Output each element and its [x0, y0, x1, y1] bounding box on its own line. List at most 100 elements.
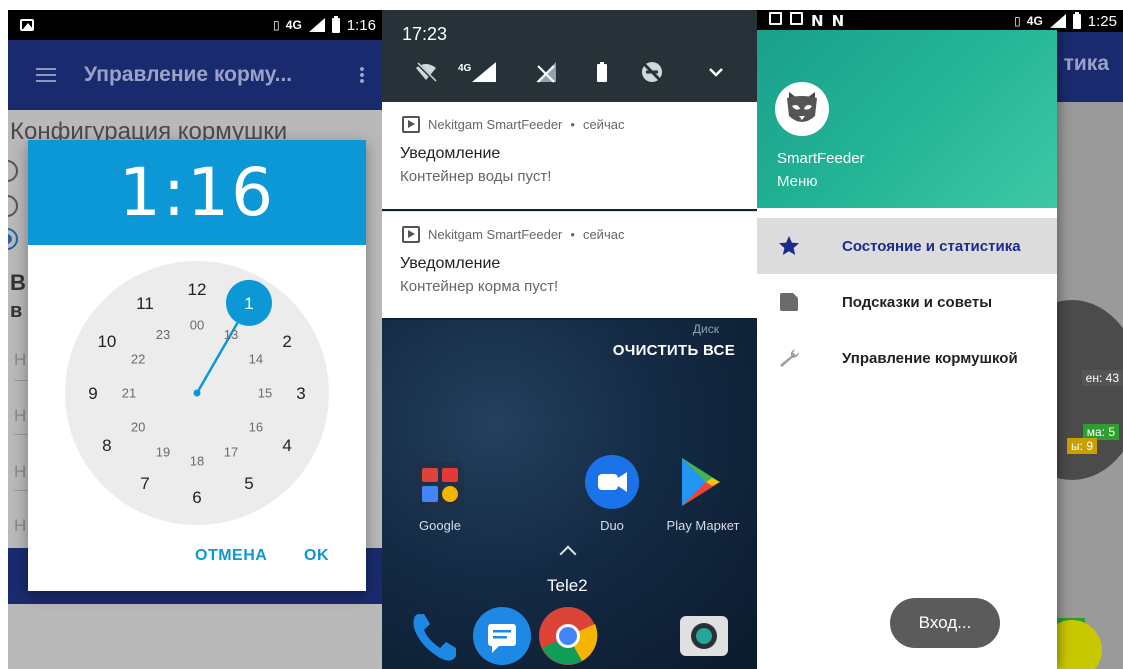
hour-label-12[interactable]: 12	[188, 280, 207, 299]
battery-icon	[1072, 11, 1081, 29]
image-notification-icon	[20, 19, 34, 31]
play-market-icon[interactable]	[672, 454, 728, 510]
google-folder-icon[interactable]	[412, 458, 468, 514]
camera-icon[interactable]	[674, 606, 734, 666]
inner-hour-label-00[interactable]: 00	[190, 318, 204, 333]
n-notification-icon: N	[831, 12, 845, 30]
drawer-item-label: Подсказки и советы	[842, 293, 993, 311]
selected-time[interactable]: 1:16	[119, 154, 275, 231]
drawer-item-tips[interactable]: Подсказки и советы	[757, 274, 1057, 330]
chart-label: ы: 9	[1067, 438, 1097, 454]
expand-chevron-icon[interactable]	[704, 60, 728, 84]
input-field-hint: Н	[14, 406, 27, 425]
radio-option[interactable]	[8, 160, 18, 182]
more-options-icon[interactable]	[360, 66, 364, 84]
signal-icon	[1049, 14, 1066, 28]
cancel-button[interactable]: ОТМЕНА	[195, 547, 267, 565]
notification-text: Контейнер воды пуст!	[400, 168, 552, 185]
notification-card[interactable]: Nekitgam SmartFeeder • сейчас Уведомлени…	[382, 102, 757, 209]
inner-hour-label-15[interactable]: 15	[258, 386, 272, 401]
notification-app-row: Nekitgam SmartFeeder • сейчас	[402, 116, 624, 133]
clear-all-button[interactable]: ОЧИСТИТЬ ВСЕ	[613, 342, 735, 359]
notification-title: Уведомление	[400, 255, 501, 272]
network-type: 4G	[285, 18, 302, 32]
inner-hour-label-21[interactable]: 21	[122, 386, 136, 401]
inner-hour-label-17[interactable]: 17	[224, 445, 238, 460]
chrome-icon[interactable]	[538, 606, 598, 666]
wifi-off-icon[interactable]	[414, 60, 438, 84]
hour-label-11[interactable]: 11	[136, 294, 154, 313]
status-time: 1:25	[1087, 12, 1117, 30]
time-picker-dialog: 1:16 12 1 2 3 4 5 6 7 8 9 10 11 00 13 14 15 16 17 18 19 20 21…	[28, 140, 366, 591]
menu-icon[interactable]	[36, 68, 56, 82]
notification-app-row: Nekitgam SmartFeeder • сейчас	[402, 226, 624, 243]
network-type: 4G	[1026, 14, 1043, 28]
duo-icon[interactable]	[584, 454, 640, 510]
section-label: в	[10, 300, 23, 322]
vibrate-icon: ▯	[1014, 14, 1021, 28]
star-icon	[777, 234, 801, 258]
input-field-hint: Н	[14, 462, 27, 481]
inner-hour-label-14[interactable]: 14	[249, 352, 263, 367]
notification-text: Контейнер корма пуст!	[400, 278, 559, 295]
time-picker-screen: ▯ 4G 1:16 Управление корму... Конфигурац…	[8, 10, 382, 669]
notification-title: Уведомление	[400, 145, 501, 162]
vibrate-icon: ▯	[273, 18, 280, 32]
drawer-item-feeder-control[interactable]: Управление кормушкой	[757, 330, 1057, 386]
drawer-item-label: Управление кормушкой	[842, 349, 1018, 367]
hour-label-5[interactable]: 5	[244, 474, 253, 493]
mobile-data-icon[interactable]: 4G	[458, 60, 498, 84]
navigation-drawer-screen: N N ▯ 4G 1:25 тика ен: 43 ма: 5 ы: 9 107	[757, 10, 1123, 669]
quick-settings-bar: 17:23 4G	[382, 10, 757, 102]
quick-settings-row: 4G	[414, 60, 737, 90]
app-label: Google	[419, 518, 461, 533]
hour-label-3[interactable]: 3	[296, 384, 305, 403]
ok-button[interactable]: OK	[304, 547, 329, 565]
app-notification-icon	[402, 116, 420, 133]
do-not-disturb-off-icon[interactable]	[640, 60, 664, 84]
notification-icon	[790, 12, 803, 25]
bullet-separator: •	[570, 117, 575, 132]
svg-text:4G: 4G	[458, 63, 472, 74]
hour-label-9[interactable]: 9	[88, 384, 97, 403]
phone-icon[interactable]	[406, 606, 466, 666]
battery-icon	[331, 15, 340, 33]
n-notification-icon: N	[811, 12, 824, 30]
bullet-separator: •	[570, 227, 575, 242]
tips-icon	[777, 290, 801, 314]
notification-app-name: Nekitgam SmartFeeder	[428, 227, 563, 242]
hour-label-1[interactable]: 1	[244, 294, 253, 313]
hour-label-6[interactable]: 6	[192, 488, 201, 507]
notification-app-name: Nekitgam SmartFeeder	[428, 117, 563, 132]
inner-hour-label-16[interactable]: 16	[249, 420, 263, 435]
inner-hour-label-19[interactable]: 19	[156, 445, 170, 460]
status-bar: N N ▯ 4G 1:25	[757, 10, 1123, 32]
inner-hour-label-13[interactable]: 13	[224, 327, 238, 342]
inner-hour-label-23[interactable]: 23	[156, 327, 170, 342]
status-time: 1:16	[346, 16, 376, 34]
inner-hour-label-22[interactable]: 22	[131, 352, 145, 367]
messages-icon[interactable]	[472, 606, 532, 666]
notification-shade-screen: 17:23 4G Nekitgam SmartFeeder • сейчас У…	[382, 10, 757, 669]
no-signal-icon[interactable]	[534, 60, 558, 84]
inner-hour-label-20[interactable]: 20	[131, 420, 145, 435]
dialog-actions: ОТМЕНА OK	[28, 547, 366, 577]
shade-time: 17:23	[402, 24, 448, 44]
clock-face[interactable]: 121234567891011001314151617181920212223	[65, 261, 329, 525]
drawer-item-statistics[interactable]: Состояние и статистика	[757, 218, 1057, 274]
hour-label-10[interactable]: 10	[97, 332, 116, 351]
hour-label-7[interactable]: 7	[140, 474, 149, 493]
battery-saver-icon[interactable]	[590, 60, 614, 84]
hour-label-8[interactable]: 8	[102, 436, 111, 455]
inner-hour-label-18[interactable]: 18	[190, 454, 204, 469]
hour-label-2[interactable]: 2	[282, 332, 291, 351]
signal-icon	[308, 18, 325, 32]
notification-card[interactable]: Nekitgam SmartFeeder • сейчас Уведомлени…	[382, 211, 757, 318]
hour-label-4[interactable]: 4	[282, 436, 291, 455]
drawer-title: SmartFeeder	[777, 150, 865, 167]
carrier-name: Tele2	[547, 576, 588, 595]
radio-option-selected[interactable]	[8, 228, 18, 250]
chart-label: ен: 43	[1081, 370, 1123, 386]
radio-option[interactable]	[8, 195, 18, 217]
app-label: Play Маркет	[666, 518, 740, 533]
